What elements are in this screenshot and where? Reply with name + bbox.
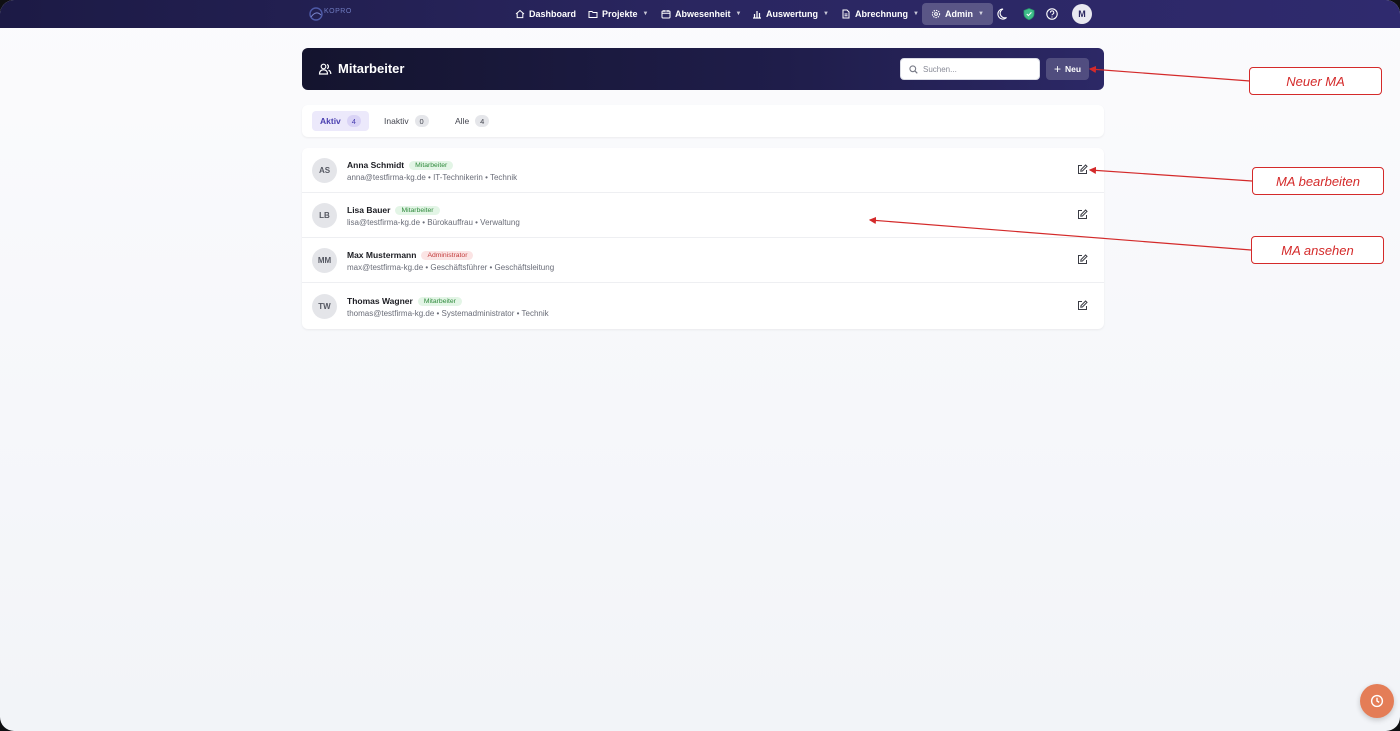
employee-row[interactable]: MM Max Mustermann Administrator max@testf…	[302, 238, 1104, 283]
nav-projekte[interactable]: Projekte ▼	[582, 4, 654, 24]
tab-alle-count: 4	[475, 115, 490, 127]
employee-name-text: Anna Schmidt	[347, 160, 405, 170]
page-header: Mitarbeiter + Neu	[302, 48, 1104, 90]
employee-name-text: Max Mustermann	[347, 250, 417, 260]
nav-dashboard-label: Dashboard	[529, 9, 577, 19]
role-badge: Mitarbeiter	[417, 297, 462, 306]
tab-inaktiv[interactable]: Inaktiv 0	[376, 111, 437, 131]
employee-details: max@testfirma-kg.de • Geschäftsführer • …	[347, 263, 555, 272]
logo-icon	[309, 7, 323, 21]
help-icon[interactable]	[1045, 7, 1059, 21]
tab-aktiv[interactable]: Aktiv 4	[312, 111, 369, 131]
employee-name: Lisa Bauer Mitarbeiter	[347, 205, 440, 215]
bar-chart-icon	[753, 11, 761, 19]
users-icon	[318, 63, 332, 75]
tab-aktiv-count: 4	[346, 115, 361, 127]
calendar-icon	[661, 10, 671, 19]
employee-name: Thomas Wagner Mitarbeiter	[347, 296, 462, 306]
employee-name: Anna Schmidt Mitarbeiter	[347, 160, 454, 170]
callout-edit-employee: MA bearbeiten	[1252, 167, 1384, 195]
arrow-edit	[1088, 166, 1253, 182]
employee-list: AS Anna Schmidt Mitarbeiter anna@testfirm…	[302, 148, 1104, 329]
chevron-down-icon: ▼	[913, 11, 919, 17]
employee-details: anna@testfirma-kg.de • IT-Technikerin • …	[347, 173, 518, 182]
home-icon	[515, 9, 525, 19]
callout-view-employee: MA ansehen	[1251, 236, 1384, 264]
nav-abwesenheit[interactable]: Abwesenheit ▼	[655, 4, 747, 24]
chevron-down-icon: ▼	[735, 11, 742, 17]
role-badge: Mitarbeiter	[409, 161, 454, 170]
folder-icon	[588, 11, 598, 18]
arrow-new	[1088, 65, 1251, 82]
employee-row[interactable]: AS Anna Schmidt Mitarbeiter anna@testfirm…	[302, 148, 1104, 193]
avatar: TW	[312, 294, 337, 319]
top-navbar: KOPRO Dashboard Projekte ▼ Abwesenheit ▼…	[0, 0, 1400, 28]
nav-auswertung[interactable]: Auswertung ▼	[746, 4, 835, 24]
document-icon	[842, 9, 850, 19]
avatar: LB	[312, 203, 337, 228]
employee-name-text: Thomas Wagner	[347, 296, 413, 306]
shield-icon[interactable]	[1022, 7, 1036, 21]
role-badge: Administrator	[421, 251, 474, 260]
nav-auswertung-label: Auswertung	[766, 9, 819, 19]
nav-admin[interactable]: Admin ▼	[922, 3, 993, 25]
edit-icon[interactable]	[1077, 254, 1088, 265]
nav-abrechnung-label: Abrechnung	[855, 9, 908, 19]
search-input[interactable]	[923, 62, 1035, 76]
avatar: MM	[312, 248, 337, 273]
tab-inaktiv-count: 0	[414, 115, 429, 127]
role-badge: Mitarbeiter	[395, 206, 440, 215]
edit-icon[interactable]	[1077, 300, 1088, 311]
search-box[interactable]	[900, 58, 1040, 80]
user-avatar[interactable]: M	[1072, 4, 1092, 24]
new-button-label: Neu	[1064, 64, 1082, 74]
new-employee-button[interactable]: + Neu	[1046, 58, 1089, 80]
tab-inaktiv-label: Inaktiv	[384, 116, 409, 126]
nav-abwesenheit-label: Abwesenheit	[675, 9, 731, 19]
tab-alle-label: Alle	[455, 116, 470, 126]
employee-details: thomas@testfirma-kg.de • Systemadministr…	[347, 309, 549, 318]
employee-name: Max Mustermann Administrator	[347, 250, 474, 260]
nav-admin-label: Admin	[945, 9, 973, 19]
nav-dashboard[interactable]: Dashboard	[509, 4, 582, 24]
search-icon	[909, 65, 918, 74]
employee-row[interactable]: LB Lisa Bauer Mitarbeiter lisa@testfirma-…	[302, 193, 1104, 238]
gear-icon	[931, 9, 941, 19]
nav-projekte-label: Projekte	[602, 9, 638, 19]
nav-abrechnung[interactable]: Abrechnung ▼	[835, 4, 925, 24]
logo-text: KOPRO	[324, 8, 352, 15]
chevron-down-icon: ▼	[978, 11, 984, 17]
employee-row[interactable]: TW Thomas Wagner Mitarbeiter thomas@testf…	[302, 284, 1104, 329]
time-tracking-button[interactable]	[1360, 684, 1394, 718]
page-title: Mitarbeiter	[338, 61, 405, 76]
chevron-down-icon: ▼	[823, 11, 829, 17]
filter-tabs: Aktiv 4 Inaktiv 0 Alle 4	[302, 105, 1104, 137]
employee-details: lisa@testfirma-kg.de • Bürokauffrau • Ve…	[347, 218, 520, 227]
edit-icon[interactable]	[1077, 209, 1088, 220]
logo[interactable]: KOPRO	[308, 5, 351, 23]
callout-new-employee: Neuer MA	[1249, 67, 1382, 95]
avatar: AS	[312, 158, 337, 183]
tab-aktiv-label: Aktiv	[320, 116, 341, 126]
tab-alle[interactable]: Alle 4	[447, 111, 497, 131]
chevron-down-icon: ▼	[642, 11, 649, 17]
clock-icon	[1370, 694, 1384, 708]
plus-icon: +	[1053, 62, 1061, 76]
edit-icon[interactable]	[1077, 164, 1088, 175]
moon-icon[interactable]	[997, 7, 1011, 21]
employee-name-text: Lisa Bauer	[347, 205, 391, 215]
app-window: KOPRO Dashboard Projekte ▼ Abwesenheit ▼…	[0, 0, 1400, 731]
